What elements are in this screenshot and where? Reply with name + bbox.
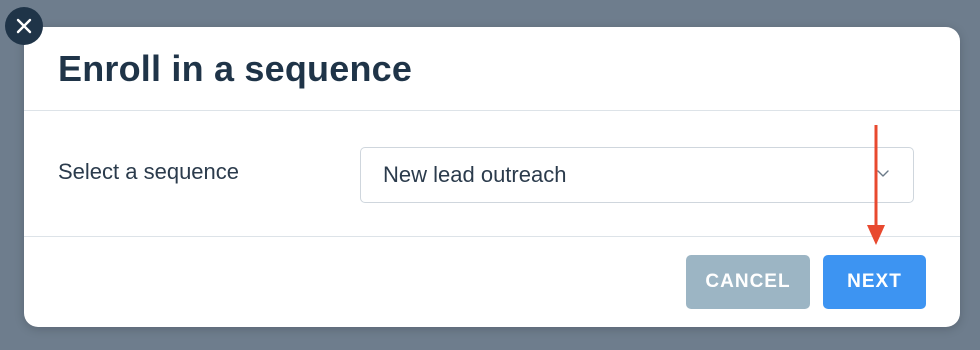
arrow-down-icon (867, 125, 885, 245)
enroll-dialog: Enroll in a sequence Select a sequence N… (24, 27, 960, 327)
cancel-button[interactable]: CANCEL (686, 255, 810, 309)
close-icon (16, 18, 32, 34)
sequence-label: Select a sequence (58, 159, 240, 184)
dialog-body: Select a sequence New lead outreach (24, 111, 960, 237)
sequence-select-value: New lead outreach (383, 162, 567, 187)
dialog-footer: CANCEL NEXT (24, 237, 960, 327)
close-button[interactable] (5, 7, 43, 45)
sequence-select[interactable]: New lead outreach (360, 147, 914, 203)
dialog-title: Enroll in a sequence (58, 47, 413, 89)
next-button[interactable]: NEXT (823, 255, 926, 309)
dialog-header: Enroll in a sequence (24, 27, 960, 111)
